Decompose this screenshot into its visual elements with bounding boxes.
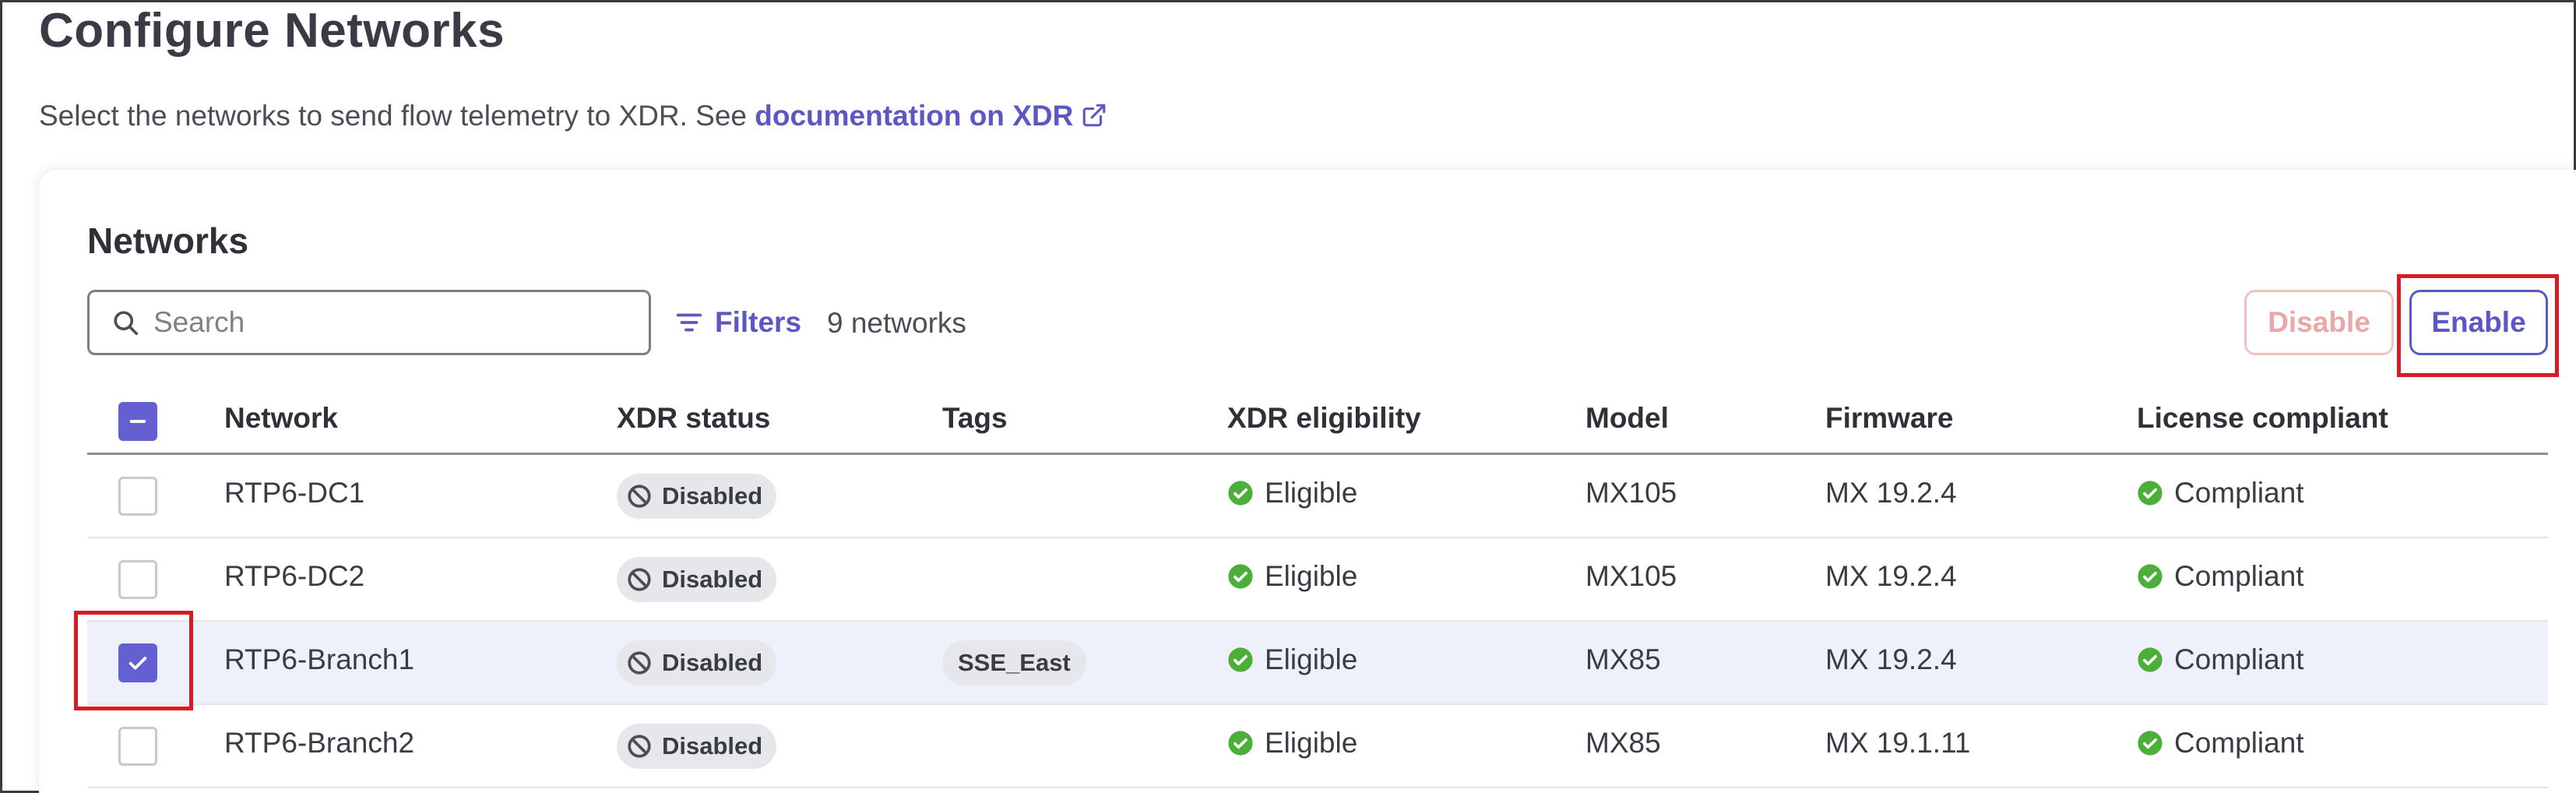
row-checkbox[interactable] xyxy=(118,727,157,766)
check-circle-icon xyxy=(2138,564,2163,589)
enable-button-highlight xyxy=(2397,274,2559,377)
eligibility-cell: Eligible xyxy=(1227,477,1357,509)
search-box[interactable] xyxy=(87,290,651,355)
column-header-firmware[interactable]: Firmware xyxy=(1825,402,1954,435)
eligibility-label: Eligible xyxy=(1265,477,1358,509)
external-link-icon xyxy=(1083,104,1106,127)
eligibility-label: Eligible xyxy=(1265,727,1358,759)
network-count: 9 networks xyxy=(827,307,966,339)
disabled-icon xyxy=(628,485,651,508)
license-cell: Compliant xyxy=(2137,560,2304,593)
license-cell: Compliant xyxy=(2137,643,2304,676)
disabled-icon xyxy=(628,568,651,591)
row-checkbox-highlight xyxy=(74,611,193,710)
check-circle-icon xyxy=(2138,481,2163,506)
filters-button[interactable]: Filters xyxy=(674,302,801,343)
column-header-xdr-status[interactable]: XDR status xyxy=(617,402,770,435)
row-checkbox[interactable] xyxy=(118,477,157,516)
disabled-icon xyxy=(628,735,651,758)
network-name[interactable]: RTP6-Branch1 xyxy=(224,643,414,676)
check-circle-icon xyxy=(1228,481,1253,506)
page-subtitle: Select the networks to send flow telemet… xyxy=(39,100,1107,132)
column-header-xdr-eligibility[interactable]: XDR eligibility xyxy=(1227,402,1421,435)
disable-button[interactable]: Disable xyxy=(2244,290,2394,355)
disabled-icon xyxy=(628,651,651,675)
status-label: Disabled xyxy=(662,732,763,760)
eligibility-cell: Eligible xyxy=(1227,643,1357,676)
model-cell: MX85 xyxy=(1585,727,1661,759)
documentation-link[interactable]: documentation on XDR xyxy=(755,100,1107,132)
status-badge: Disabled xyxy=(617,557,777,602)
network-name[interactable]: RTP6-Branch2 xyxy=(224,727,414,760)
check-circle-icon xyxy=(2138,647,2163,672)
license-label: Compliant xyxy=(2174,477,2304,509)
network-name[interactable]: RTP6-DC2 xyxy=(224,560,364,593)
model-cell: MX105 xyxy=(1585,477,1677,509)
firmware-cell: MX 19.2.4 xyxy=(1825,560,1957,592)
tag-chip: SSE_East xyxy=(942,640,1086,686)
subtitle-text: Select the networks to send flow telemet… xyxy=(39,100,755,132)
status-badge: Disabled xyxy=(617,724,777,769)
select-all-checkbox[interactable] xyxy=(118,402,157,441)
check-circle-icon xyxy=(1228,564,1253,589)
eligibility-cell: Eligible xyxy=(1227,727,1357,760)
networks-section-title: Networks xyxy=(87,220,249,261)
page-title: Configure Networks xyxy=(39,4,505,58)
license-label: Compliant xyxy=(2174,727,2304,759)
model-cell: MX105 xyxy=(1585,560,1677,592)
license-cell: Compliant xyxy=(2137,477,2304,509)
firmware-cell: MX 19.2.4 xyxy=(1825,477,1957,509)
filters-label: Filters xyxy=(715,306,802,338)
table-row[interactable]: RTP6-DC1 Disabled Eligible MX105 MX 19.2… xyxy=(87,455,2548,538)
column-header-network[interactable]: Network xyxy=(224,402,338,435)
filter-icon xyxy=(676,313,702,332)
check-circle-icon xyxy=(2138,731,2163,756)
table-header: Network XDR status Tags XDR eligibility … xyxy=(87,389,2548,455)
model-cell: MX85 xyxy=(1585,643,1661,675)
search-input[interactable] xyxy=(153,306,589,339)
documentation-link-label: documentation on XDR xyxy=(755,100,1074,132)
network-name[interactable]: RTP6-DC1 xyxy=(224,477,364,509)
firmware-cell: MX 19.2.4 xyxy=(1825,643,1957,675)
column-header-model[interactable]: Model xyxy=(1585,402,1669,435)
status-label: Disabled xyxy=(662,566,763,593)
eligibility-label: Eligible xyxy=(1265,643,1358,675)
column-header-tags[interactable]: Tags xyxy=(942,402,1008,435)
table-row[interactable]: RTP6-Branch1 Disabled SSE_East Eligible … xyxy=(87,622,2548,705)
firmware-cell: MX 19.1.11 xyxy=(1825,727,1971,759)
eligibility-label: Eligible xyxy=(1265,560,1358,592)
license-cell: Compliant xyxy=(2137,727,2304,760)
search-icon xyxy=(114,311,139,336)
license-label: Compliant xyxy=(2174,643,2304,675)
eligibility-cell: Eligible xyxy=(1227,560,1357,593)
check-circle-icon xyxy=(1228,731,1253,756)
table-row[interactable]: RTP6-DC2 Disabled Eligible MX105 MX 19.2… xyxy=(87,538,2548,622)
table-row[interactable]: RTP6-Branch2 Disabled Eligible MX85 MX 1… xyxy=(87,705,2548,788)
status-label: Disabled xyxy=(662,649,763,676)
license-label: Compliant xyxy=(2174,560,2304,592)
minus-icon xyxy=(129,419,146,424)
status-badge: Disabled xyxy=(617,640,777,686)
check-circle-icon xyxy=(1228,647,1253,672)
row-checkbox[interactable] xyxy=(118,560,157,599)
status-badge: Disabled xyxy=(617,474,777,519)
status-label: Disabled xyxy=(662,482,763,509)
column-header-license-compliant[interactable]: License compliant xyxy=(2137,402,2388,435)
